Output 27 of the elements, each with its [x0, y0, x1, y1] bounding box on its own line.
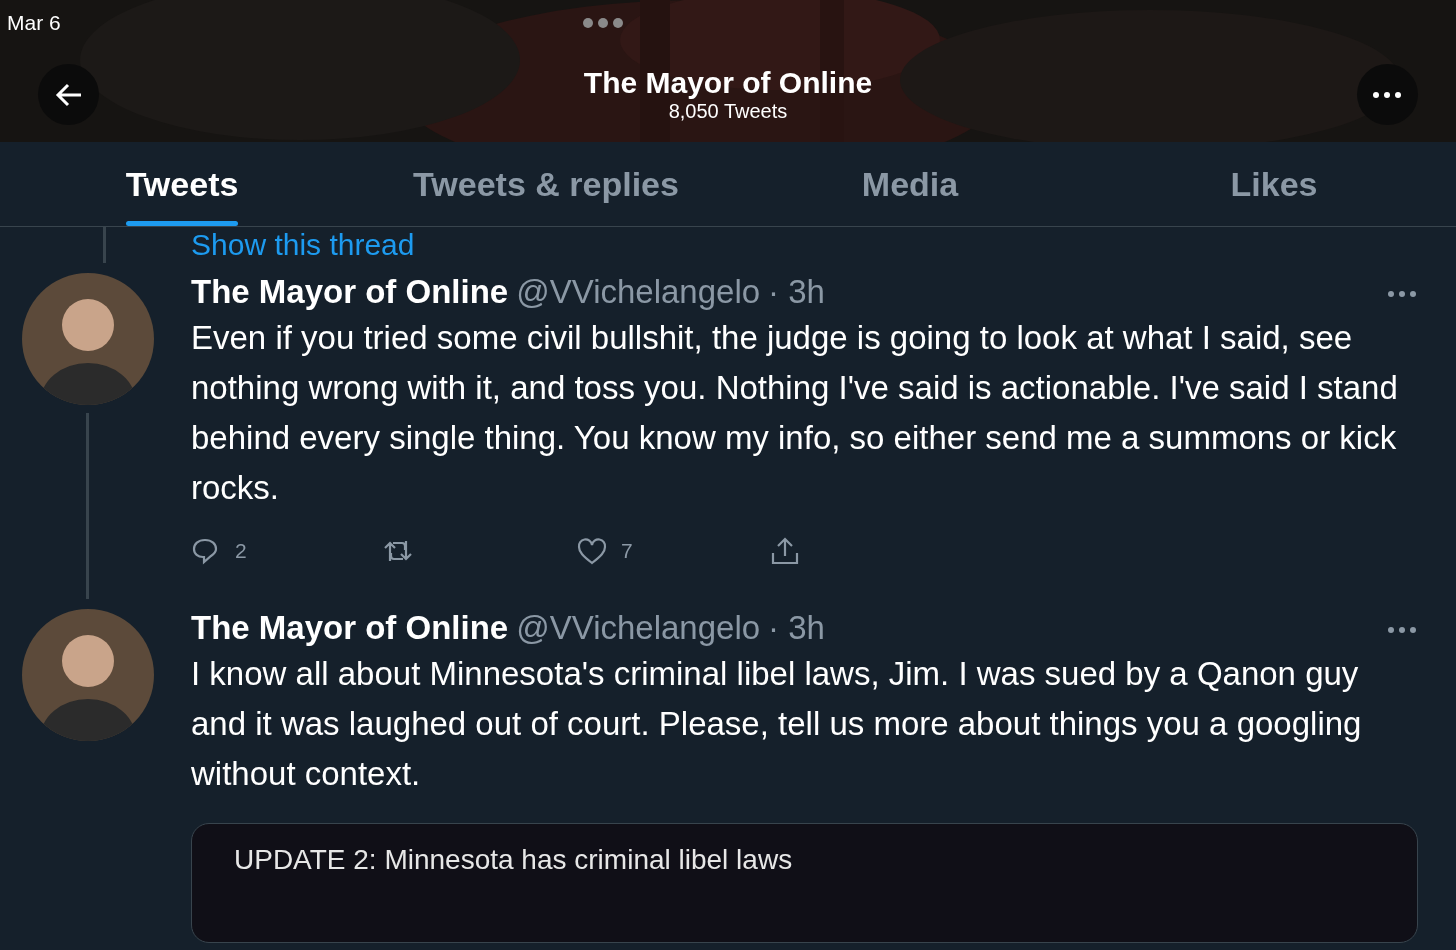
tab[interactable]: Media [728, 142, 1092, 226]
multitask-dots-icon[interactable] [581, 17, 624, 29]
tweet-time: · 3h [768, 609, 825, 647]
link-card[interactable]: UPDATE 2: Minnesota has criminal libel laws [191, 823, 1418, 943]
status-date: Mar 6 [7, 11, 61, 35]
author-handle[interactable]: @VVichelangelo [516, 273, 761, 311]
tweet-text: Even if you tried some civil bullshit, the judge is going to look at what I said, see nothing wrong with it, and toss you. Nothing I've said is actionable. I've said I stand behind every single thing. You know my info, so either send me a summons or kick rocks. [191, 318, 1399, 508]
more-icon [1373, 91, 1402, 98]
show-thread-link[interactable]: Show this thread [191, 227, 415, 263]
more-icon[interactable] [1388, 627, 1416, 633]
tab[interactable]: Tweets [0, 142, 364, 226]
share-icon [770, 537, 800, 565]
tab[interactable]: Likes [1092, 142, 1456, 226]
tweet-text: I know all about Minnesota's criminal libel laws, Jim. I was sued by a Qanon guy and it was laughed out of court. Please, tell us more about things you a googling without context. [191, 654, 1363, 794]
back-arrow-icon [54, 82, 83, 107]
like-button[interactable]: 7 [577, 537, 770, 565]
more-icon[interactable] [1388, 291, 1416, 297]
profile-title: The Mayor of Online [583, 66, 873, 100]
card-title: UPDATE 2: Minnesota has criminal libel laws [234, 844, 793, 875]
like-icon [577, 537, 607, 565]
author-name[interactable]: The Mayor of Online [191, 273, 509, 311]
tab[interactable]: Tweets & replies [364, 142, 728, 226]
tweet-time: · 3h [768, 273, 825, 311]
tweet-count: 8,050 Tweets [668, 100, 788, 123]
reply-button[interactable]: 2 [191, 537, 384, 565]
author-name[interactable]: The Mayor of Online [191, 609, 509, 647]
author-handle[interactable]: @VVichelangelo [516, 609, 761, 647]
